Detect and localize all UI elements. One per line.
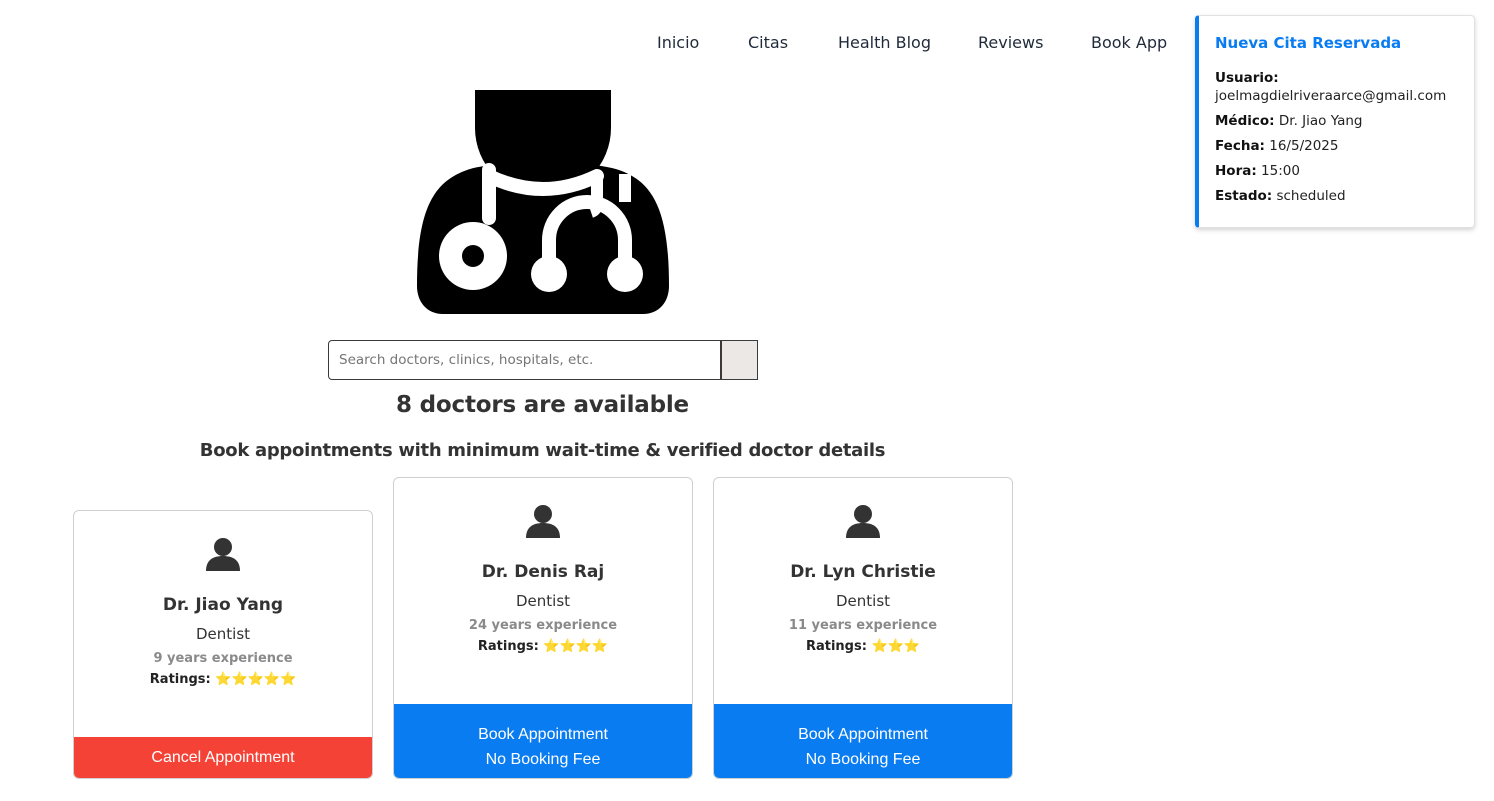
doctor-experience: 9 years experience xyxy=(153,651,293,666)
user-avatar-icon xyxy=(846,505,880,538)
star-icons: ⭐⭐⭐⭐ xyxy=(543,639,609,654)
appointment-notification: Nueva Cita Reservada Usuario: joelmagdie… xyxy=(1195,15,1475,228)
user-email: joelmagdielriveraarce@gmail.com xyxy=(1215,88,1447,104)
doctor-card: Dr. Denis Raj Dentist 24 years experienc… xyxy=(393,477,693,779)
notification-title: Nueva Cita Reservada xyxy=(1215,34,1402,52)
book-appointment-button[interactable]: Book Appointment No Booking Fee xyxy=(394,704,692,778)
notification-doctor-row: Médico: Dr. Jiao Yang xyxy=(1215,109,1460,134)
nav-reviews[interactable]: Reviews xyxy=(978,33,1043,52)
button-label: Book Appointment xyxy=(798,726,928,743)
doctor-card: Dr. Jiao Yang Dentist 9 years experience… xyxy=(73,510,373,779)
user-avatar-icon xyxy=(206,538,240,571)
star-icons: ⭐⭐⭐ xyxy=(871,639,921,654)
date-label: Fecha: xyxy=(1215,138,1265,154)
doctor-specialty: Dentist xyxy=(835,592,891,610)
nav-inicio[interactable]: Inicio xyxy=(657,33,699,52)
nav-health-blog[interactable]: Health Blog xyxy=(838,33,931,52)
user-avatar-icon xyxy=(526,505,560,538)
ratings-label: Ratings: xyxy=(149,672,211,687)
star-icons: ⭐⭐⭐⭐⭐ xyxy=(215,672,297,687)
search-bar xyxy=(328,340,758,380)
button-label: Cancel Appointment xyxy=(151,749,295,766)
doctor-specialty: Dentist xyxy=(515,592,571,610)
doctor-experience: 11 years experience xyxy=(788,618,938,633)
search-input[interactable] xyxy=(328,340,722,380)
doctor-name: Dr. Lyn Christie xyxy=(790,562,936,582)
button-sublabel: No Booking Fee xyxy=(485,751,601,768)
status-value: scheduled xyxy=(1276,188,1346,204)
time-value: 15:00 xyxy=(1261,163,1300,179)
time-label: Hora: xyxy=(1215,163,1257,179)
doctor-rating: Ratings: ⭐⭐⭐⭐ xyxy=(394,639,692,654)
ratings-label: Ratings: xyxy=(805,639,867,654)
button-label: Book Appointment xyxy=(478,726,608,743)
book-appointment-button[interactable]: Book Appointment No Booking Fee xyxy=(714,704,1012,778)
nav-citas[interactable]: Citas xyxy=(748,33,788,52)
doctor-rating: Ratings: ⭐⭐⭐ xyxy=(714,639,1012,654)
doctor-value: Dr. Jiao Yang xyxy=(1278,113,1363,129)
ratings-label: Ratings: xyxy=(477,639,539,654)
doctor-stethoscope-icon xyxy=(417,90,669,314)
cancel-appointment-button[interactable]: Cancel Appointment xyxy=(74,737,372,778)
page-subtitle: Book appointments with minimum wait-time… xyxy=(199,440,886,461)
status-label: Estado: xyxy=(1215,188,1273,204)
search-button[interactable] xyxy=(721,340,758,380)
doctor-card: Dr. Lyn Christie Dentist 11 years experi… xyxy=(713,477,1013,779)
doctor-rating: Ratings: ⭐⭐⭐⭐⭐ xyxy=(74,672,372,687)
notification-date-row: Fecha: 16/5/2025 xyxy=(1215,134,1460,159)
button-sublabel: No Booking Fee xyxy=(805,751,921,768)
user-label: Usuario: xyxy=(1215,70,1279,86)
doctor-specialty: Dentist xyxy=(195,625,251,643)
date-value: 16/5/2025 xyxy=(1269,138,1339,154)
doctor-experience: 24 years experience xyxy=(468,618,618,633)
doctor-name: Dr. Jiao Yang xyxy=(162,595,284,615)
doctor-label: Médico: xyxy=(1215,113,1275,129)
nav-book-app[interactable]: Book App xyxy=(1091,33,1167,52)
notification-status-row: Estado: scheduled xyxy=(1215,184,1460,209)
doctors-available-title: 8 doctors are available xyxy=(396,392,689,418)
notification-time-row: Hora: 15:00 xyxy=(1215,159,1460,184)
doctor-name: Dr. Denis Raj xyxy=(481,562,605,582)
